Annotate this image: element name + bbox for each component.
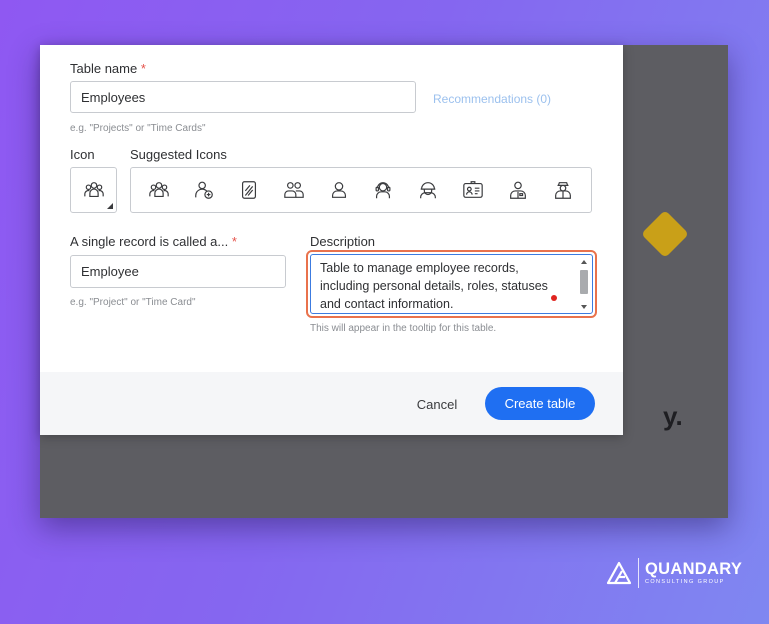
brand-divider: [638, 558, 639, 588]
table-name-label-text: Table name: [70, 61, 138, 76]
brand-tagline: CONSULTING GROUP: [645, 578, 725, 585]
people-group-icon: [82, 178, 106, 202]
required-mark: *: [231, 234, 237, 249]
table-name-hint: e.g. "Projects" or "Time Cards": [70, 123, 206, 134]
background-heading-fragment: y.: [663, 401, 683, 431]
person-icon[interactable]: [327, 178, 351, 202]
single-record-hint: e.g. "Project" or "Time Card": [70, 297, 196, 308]
person-badge-icon[interactable]: [506, 178, 530, 202]
person-headset-icon[interactable]: [371, 178, 395, 202]
create-table-button[interactable]: Create table: [485, 387, 595, 420]
cancel-button[interactable]: Cancel: [404, 389, 470, 419]
single-record-label-text: A single record is called a...: [70, 234, 229, 249]
scrollbar-thumb[interactable]: [580, 270, 588, 294]
single-record-value: Employee: [81, 264, 139, 279]
create-table-dialog: Table name * Employees Recommendations (…: [40, 45, 623, 435]
dropdown-corner-indicator: [107, 203, 113, 209]
id-card-icon[interactable]: [461, 178, 485, 202]
icon-label: Icon: [70, 147, 95, 162]
person-helmet-icon[interactable]: [416, 178, 440, 202]
scroll-up-arrow-icon[interactable]: [581, 260, 587, 264]
description-scrollbar[interactable]: [578, 257, 590, 311]
person-add-icon[interactable]: [192, 178, 216, 202]
suggested-icons-label: Suggested Icons: [130, 147, 227, 162]
table-name-label: Table name *: [70, 61, 146, 76]
notebook-icon[interactable]: [237, 178, 261, 202]
table-name-input[interactable]: Employees: [70, 81, 416, 113]
description-textarea[interactable]: Table to manage employee records, includ…: [310, 254, 593, 314]
description-label: Description: [310, 234, 376, 249]
cursor-indicator-dot: [551, 295, 557, 301]
recommendations-link[interactable]: Recommendations (0): [433, 92, 551, 106]
single-record-label: A single record is called a... *: [70, 234, 237, 249]
person-cap-icon[interactable]: [551, 178, 575, 202]
description-text: Table to manage employee records, includ…: [320, 261, 548, 311]
description-highlight: Table to manage employee records, includ…: [306, 250, 597, 318]
background-diamond-graphic: [640, 209, 690, 259]
description-hint: This will appear in the tooltip for this…: [310, 323, 497, 334]
brand-text: QUANDARY CONSULTING GROUP: [645, 560, 742, 587]
dialog-footer: Cancel Create table: [40, 372, 623, 435]
quandary-logo-icon: [606, 560, 632, 586]
brand-name: QUANDARY: [645, 559, 743, 578]
brand-logo: QUANDARY CONSULTING GROUP: [606, 558, 742, 588]
required-mark: *: [140, 61, 146, 76]
people-group-icon[interactable]: [147, 178, 171, 202]
suggested-icons-row: [130, 167, 592, 213]
scroll-down-arrow-icon[interactable]: [581, 305, 587, 309]
two-people-icon[interactable]: [282, 178, 306, 202]
icon-picker-button[interactable]: [70, 167, 117, 213]
table-name-value: Employees: [81, 89, 146, 105]
single-record-input[interactable]: Employee: [70, 255, 286, 288]
